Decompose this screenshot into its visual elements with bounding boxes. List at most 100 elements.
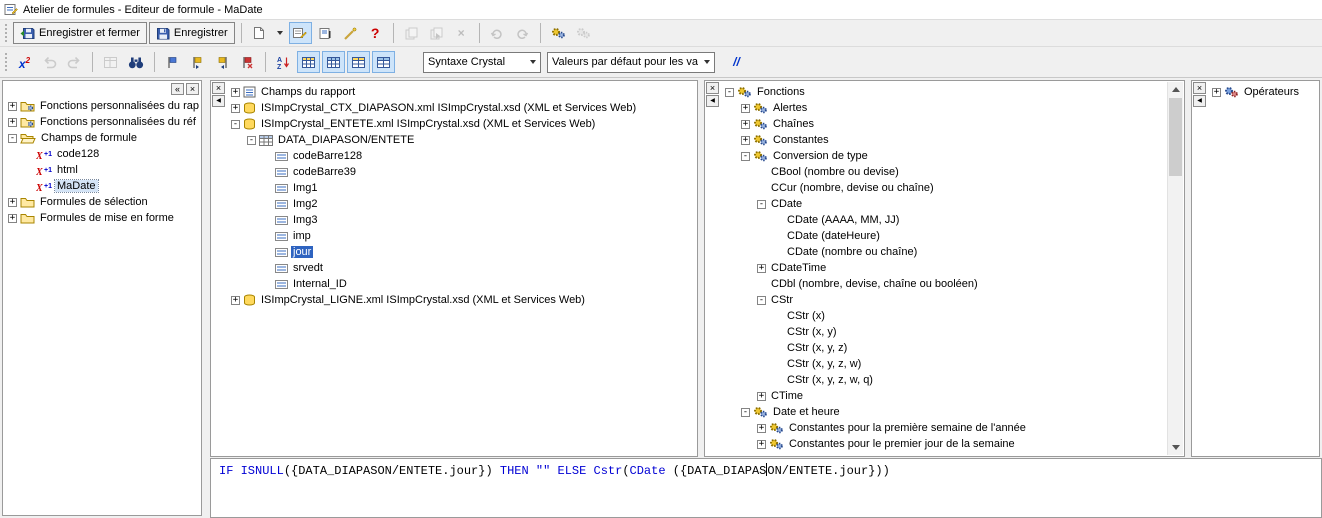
toolbar-grip[interactable]	[4, 52, 8, 72]
fields-tree-item[interactable]: jour	[229, 244, 695, 260]
formatting-tree-toggle[interactable]	[372, 51, 395, 73]
fields-tree-item[interactable]: +Champs du rapport	[229, 84, 695, 100]
refresh-repository-button[interactable]	[486, 22, 509, 44]
fields-tree-item[interactable]: Internal_ID	[229, 276, 695, 292]
collapse-box-icon[interactable]: -	[725, 88, 734, 97]
redo-button[interactable]	[63, 51, 86, 73]
workshop-tree-item[interactable]: -Champs de formule	[6, 130, 199, 146]
custom-function-editor-button[interactable]	[547, 22, 570, 44]
collapse-box-icon[interactable]: -	[231, 120, 240, 129]
fields-tree-item[interactable]: +ISImpCrystal_CTX_DIAPASON.xml ISImpCrys…	[229, 100, 695, 116]
expand-box-icon[interactable]: +	[757, 392, 766, 401]
functions-tree-item[interactable]: +Constantes pour la première semaine de …	[723, 420, 1166, 436]
fields-tree-item[interactable]: srvedt	[229, 260, 695, 276]
expand-box-icon[interactable]: +	[741, 136, 750, 145]
expand-box-icon[interactable]: +	[757, 440, 766, 449]
expand-box-icon[interactable]: +	[757, 264, 766, 273]
functions-tree-item[interactable]: -Conversion de type	[723, 148, 1166, 164]
functions-tree-item[interactable]: +Alertes	[723, 100, 1166, 116]
workshop-tree-item[interactable]: +Fonctions personnalisées du rap	[6, 98, 199, 114]
previous-bookmark-button[interactable]	[211, 51, 234, 73]
custom-function-expert-button[interactable]	[572, 22, 595, 44]
clear-bookmarks-button[interactable]	[236, 51, 259, 73]
field-tree-toggle[interactable]	[297, 51, 320, 73]
new-formula-button[interactable]	[248, 22, 271, 44]
fields-tree-item[interactable]: +ISImpCrystal_LIGNE.xml ISImpCrystal.xsd…	[229, 292, 695, 308]
rename-formula-button[interactable]	[314, 22, 337, 44]
functions-tree-item[interactable]: -Date et heure	[723, 404, 1166, 420]
formula-expert-button[interactable]	[339, 22, 362, 44]
find-button[interactable]	[124, 51, 148, 73]
functions-tree-item[interactable]: +Constantes	[723, 132, 1166, 148]
functions-tree-item[interactable]: CStr (x, y)	[723, 324, 1166, 340]
workshop-tree-item[interactable]: +Formules de sélection	[6, 194, 199, 210]
fields-tree-item[interactable]: Img2	[229, 196, 695, 212]
close-panel-button[interactable]: ×	[1193, 82, 1206, 94]
save-close-button[interactable]: Enregistrer et fermer	[13, 22, 147, 44]
fields-tree-item[interactable]: -ISImpCrystal_ENTETE.xml ISImpCrystal.xs…	[229, 116, 695, 132]
scroll-down-button[interactable]	[1168, 440, 1183, 455]
fields-tree-item[interactable]: imp	[229, 228, 695, 244]
expand-box-icon[interactable]: +	[231, 296, 240, 305]
functions-tree-item[interactable]: +Constantes pour le premier jour de la s…	[723, 436, 1166, 452]
fields-tree-item[interactable]: codeBarre128	[229, 148, 695, 164]
formula-editor[interactable]: IF ISNULL({DATA_DIAPASON/ENTETE.jour}) T…	[210, 458, 1322, 518]
syntax-select[interactable]: Syntaxe Crystal	[423, 52, 541, 73]
functions-tree-item[interactable]: -CStr	[723, 292, 1166, 308]
toolbar-grip[interactable]	[4, 23, 8, 43]
toggle-bookmark-button[interactable]	[161, 51, 184, 73]
scroll-left-button[interactable]: ◀	[1193, 95, 1206, 107]
functions-tree-item[interactable]: -CDate	[723, 196, 1166, 212]
functions-tree-item[interactable]: CBool (nombre ou devise)	[723, 164, 1166, 180]
comment-button[interactable]: //	[725, 51, 748, 73]
functions-tree-item[interactable]: CCur (nombre, devise ou chaîne)	[723, 180, 1166, 196]
collapse-panel-button[interactable]: «	[171, 83, 184, 95]
functions-tree-item[interactable]: +CDateTime	[723, 260, 1166, 276]
functions-tree-item[interactable]: CStr (x, y, z)	[723, 340, 1166, 356]
show-editor-toggle[interactable]	[289, 22, 312, 44]
functions-tree-item[interactable]: +CTime	[723, 388, 1166, 404]
expand-box-icon[interactable]: +	[741, 120, 750, 129]
expand-box-icon[interactable]: +	[8, 102, 17, 111]
functions-tree-item[interactable]: CDbl (nombre, devise, chaîne ou booléen)	[723, 276, 1166, 292]
expand-box-icon[interactable]: +	[8, 198, 17, 207]
workshop-tree-item[interactable]: X+1code128	[6, 146, 199, 162]
collapse-box-icon[interactable]: -	[741, 152, 750, 161]
browse-data-button[interactable]	[99, 51, 122, 73]
scroll-left-button[interactable]: ◀	[212, 95, 225, 107]
expand-box-icon[interactable]: +	[757, 424, 766, 433]
workshop-tree-item[interactable]: X+1MaDate	[6, 178, 199, 194]
check-formula-button[interactable]: x2	[13, 51, 36, 73]
expand-box-icon[interactable]: +	[8, 214, 17, 223]
expand-box-icon[interactable]: +	[231, 104, 240, 113]
collapse-box-icon[interactable]: -	[741, 408, 750, 417]
exception-handling-select[interactable]: Valeurs par défaut pour les va	[547, 52, 715, 73]
workshop-tree-item[interactable]: +Formules de mise en forme	[6, 210, 199, 226]
operator-tree-toggle[interactable]	[347, 51, 370, 73]
workshop-tree-item[interactable]: +Fonctions personnalisées du réf	[6, 114, 199, 130]
functions-tree-item[interactable]: CDate (AAAA, MM, JJ)	[723, 212, 1166, 228]
collapse-box-icon[interactable]: -	[757, 200, 766, 209]
collapse-box-icon[interactable]: -	[247, 136, 256, 145]
sort-trees-button[interactable]: AZ	[272, 51, 295, 73]
functions-tree-item[interactable]: +Chaînes	[723, 116, 1166, 132]
function-tree-toggle[interactable]	[322, 51, 345, 73]
expand-box-icon[interactable]: +	[8, 118, 17, 127]
delete-button[interactable]: ×	[450, 22, 473, 44]
workshop-tree-item[interactable]: X+1html	[6, 162, 199, 178]
scrollbar-thumb[interactable]	[1169, 98, 1182, 176]
fields-tree-item[interactable]: Img3	[229, 212, 695, 228]
functions-tree-item[interactable]: CStr (x, y, z, w, q)	[723, 372, 1166, 388]
scroll-up-button[interactable]	[1168, 82, 1183, 97]
close-panel-button[interactable]: ×	[706, 82, 719, 94]
expand-box-icon[interactable]: +	[741, 104, 750, 113]
fields-tree-item[interactable]: Img1	[229, 180, 695, 196]
revert-button[interactable]	[511, 22, 534, 44]
functions-scrollbar[interactable]	[1167, 82, 1183, 455]
undo-button[interactable]	[38, 51, 61, 73]
fields-tree-item[interactable]: -DATA_DIAPASON/ENTETE	[229, 132, 695, 148]
functions-tree-item[interactable]: CStr (x, y, z, w)	[723, 356, 1166, 372]
functions-tree-item[interactable]: -Fonctions	[723, 84, 1166, 100]
close-panel-button[interactable]: ×	[186, 83, 199, 95]
expand-box-icon[interactable]: +	[231, 88, 240, 97]
